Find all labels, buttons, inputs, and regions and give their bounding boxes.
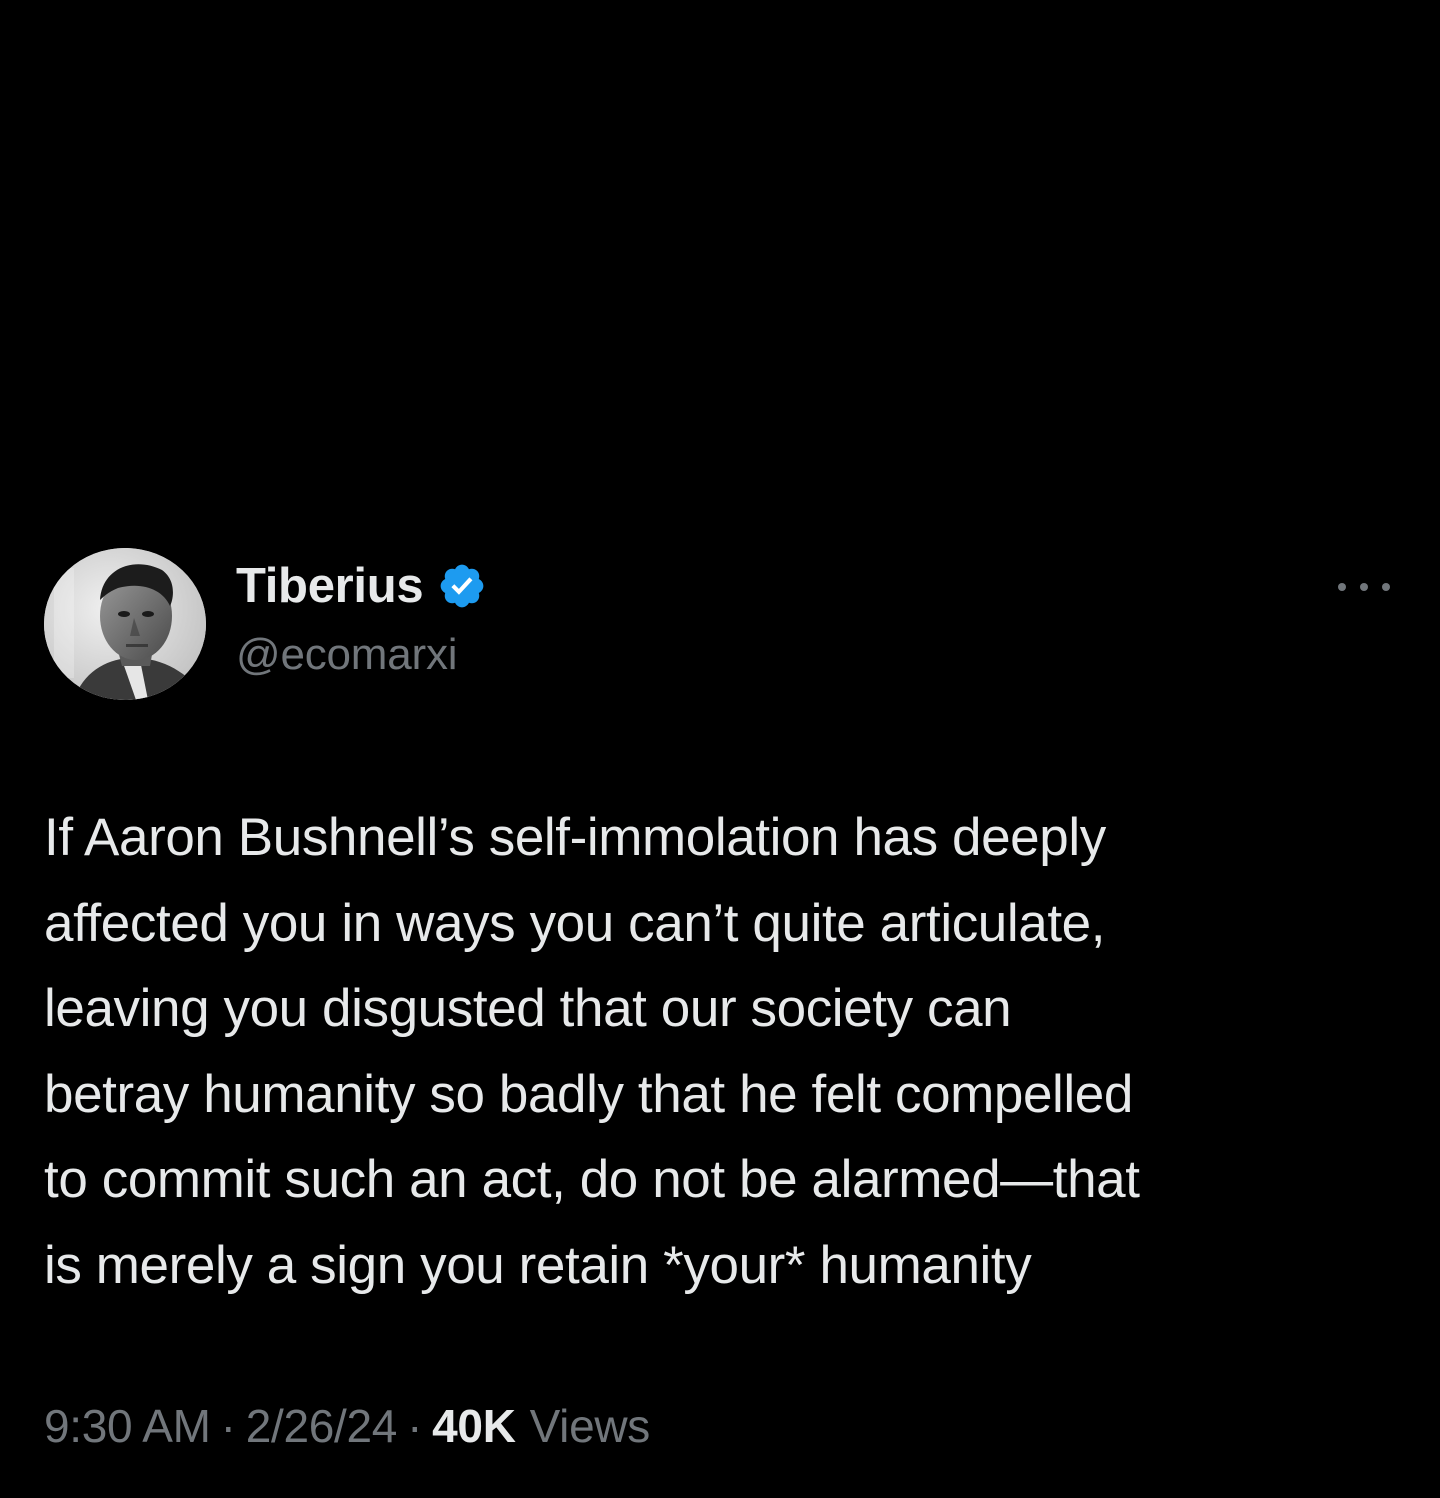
tweet-time[interactable]: 9:30 AM	[44, 1399, 211, 1453]
tweet-text: If Aaron Bushnell’s self-immolation has …	[44, 808, 1140, 1295]
views-label: Views	[529, 1400, 651, 1452]
author-name-row[interactable]: Tiberius	[236, 556, 487, 616]
more-dot	[1382, 583, 1390, 591]
tweet-date[interactable]: 2/26/24	[246, 1399, 398, 1453]
more-dot	[1360, 583, 1368, 591]
verified-badge-icon[interactable]	[437, 561, 487, 611]
more-dot	[1338, 583, 1346, 591]
views-count[interactable]: 40K	[432, 1399, 516, 1453]
tweet-meta: 9:30 AM · 2/26/24 · 40K Views	[44, 1396, 650, 1456]
more-options-icon[interactable]	[1338, 572, 1390, 602]
meta-separator: ·	[407, 1400, 423, 1452]
avatar[interactable]	[44, 548, 206, 700]
tweet: Tiberius @ecomarxi If Aaron Bushnell’s s…	[0, 0, 1440, 1498]
avatar-photo	[44, 548, 206, 700]
tweet-header: Tiberius @ecomarxi	[44, 548, 1396, 700]
meta-separator: ·	[220, 1400, 236, 1452]
author-handle[interactable]: @ecomarxi	[236, 630, 458, 680]
display-name[interactable]: Tiberius	[236, 558, 424, 614]
